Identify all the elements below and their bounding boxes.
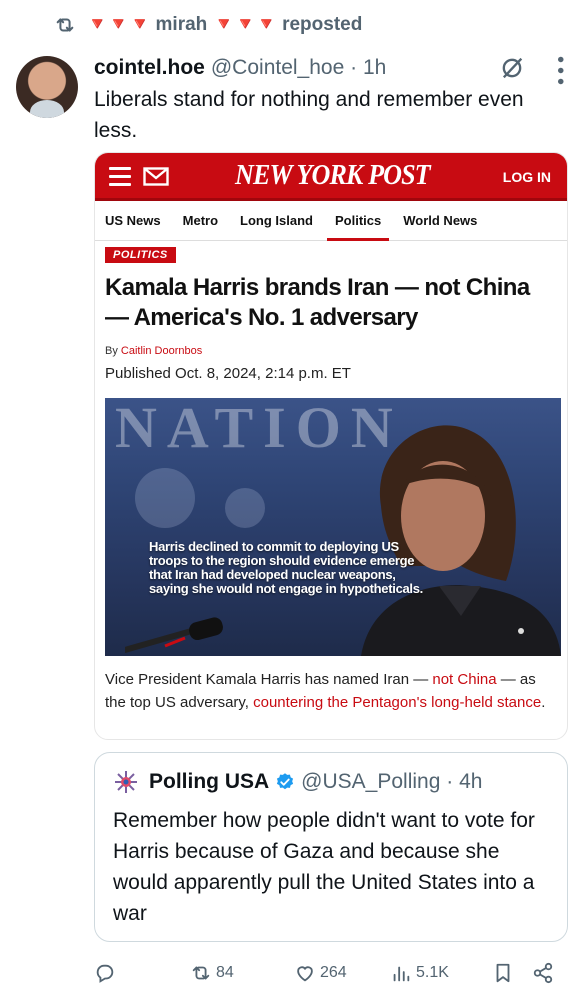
bookmark-button[interactable] [492, 962, 514, 984]
quoted-author-handle[interactable]: @USA_Polling · 4h [301, 770, 482, 794]
like-count: 264 [320, 964, 347, 981]
author-handle[interactable]: @Cointel_hoe · 1h [211, 56, 386, 80]
repost-icon [56, 18, 74, 32]
nyp-login: LOG IN [502, 169, 551, 185]
nyp-nav-politics: Politics [326, 213, 390, 241]
article-byline: By Caitlin Doornbos [105, 345, 203, 357]
nyp-nav-world-news: World News [403, 213, 478, 228]
repost-button[interactable]: 84 [190, 962, 234, 984]
quoted-author-name[interactable]: Polling USA [149, 770, 269, 794]
grok-icon[interactable] [498, 54, 526, 82]
repost-header[interactable]: 🔻🔻🔻 mirah 🔻🔻🔻 reposted [52, 12, 362, 38]
mail-icon [143, 167, 169, 186]
section-tag: POLITICS [105, 247, 176, 263]
nyp-nav-us-news: US News [105, 213, 161, 228]
microphone-icon [125, 617, 223, 653]
article-lede: Vice President Kamala Harris has named I… [105, 671, 546, 711]
repost-action-icon [192, 966, 210, 980]
quoted-post[interactable]: Polling USA @USA_Polling · 4h Remember h… [94, 752, 568, 942]
repost-count: 84 [216, 964, 234, 981]
lede-link-not-china: not China [432, 671, 497, 688]
views-count: 5.1K [416, 964, 449, 981]
article-image[interactable]: NEW YORK POST LOG IN US News Metro Long … [94, 152, 568, 740]
polling-usa-avatar[interactable] [113, 769, 139, 795]
lede-link-pentagon: countering the Pentagon's long-held stan… [253, 694, 542, 711]
nyp-nav-metro: Metro [182, 213, 219, 228]
reply-button[interactable] [94, 962, 116, 984]
repost-user-name[interactable]: mirah [156, 14, 208, 35]
verified-badge-icon [277, 773, 294, 790]
share-button[interactable] [532, 962, 554, 984]
views-button[interactable]: 5.1K [390, 962, 449, 984]
like-button[interactable]: 264 [294, 962, 347, 984]
article-published: Published Oct. 8, 2024, 2:14 p.m. ET [105, 365, 351, 382]
nyp-nav: US News Metro Long Island Politics World… [95, 201, 567, 241]
avatar[interactable] [16, 56, 78, 118]
heart-icon [297, 966, 313, 982]
nyp-logo: NEW YORK POST [235, 159, 431, 191]
repost-user-emoji-left: 🔻🔻🔻 [86, 14, 151, 34]
nyp-header-bar: NEW YORK POST LOG IN [95, 153, 567, 201]
article-headline: Kamala Harris brands Iran — not China — … [105, 274, 530, 331]
reply-icon [96, 964, 114, 983]
post-header: cointel.hoe @Cointel_hoe · 1h ••• [94, 54, 571, 89]
post-time: 1h [362, 56, 387, 79]
nyp-nav-long-island: Long Island [240, 213, 313, 228]
article-author: Caitlin Doornbos [120, 345, 203, 357]
bookmark-icon [496, 963, 510, 983]
author-name[interactable]: cointel.hoe [94, 56, 205, 80]
views-icon [393, 966, 410, 982]
article-photo: NATION Harris declined to commit to depl… [105, 398, 561, 656]
quoted-post-header: Polling USA @USA_Polling · 4h [113, 767, 549, 797]
speaker-figure [361, 425, 561, 656]
quoted-post-time: 4h [459, 770, 483, 793]
repost-user-emoji-right: 🔻🔻🔻 [212, 14, 278, 34]
quoted-post-text: Remember how people didn't want to vote … [113, 809, 535, 925]
post-actions: 84 264 5.1K [94, 958, 564, 988]
post-text: Liberals stand for nothing and remember … [94, 88, 524, 142]
photo-caption: Harris declined to commit to deploying U… [149, 539, 423, 596]
repost-label: reposted [282, 14, 363, 35]
share-icon [533, 962, 553, 984]
menu-icon [109, 167, 131, 187]
